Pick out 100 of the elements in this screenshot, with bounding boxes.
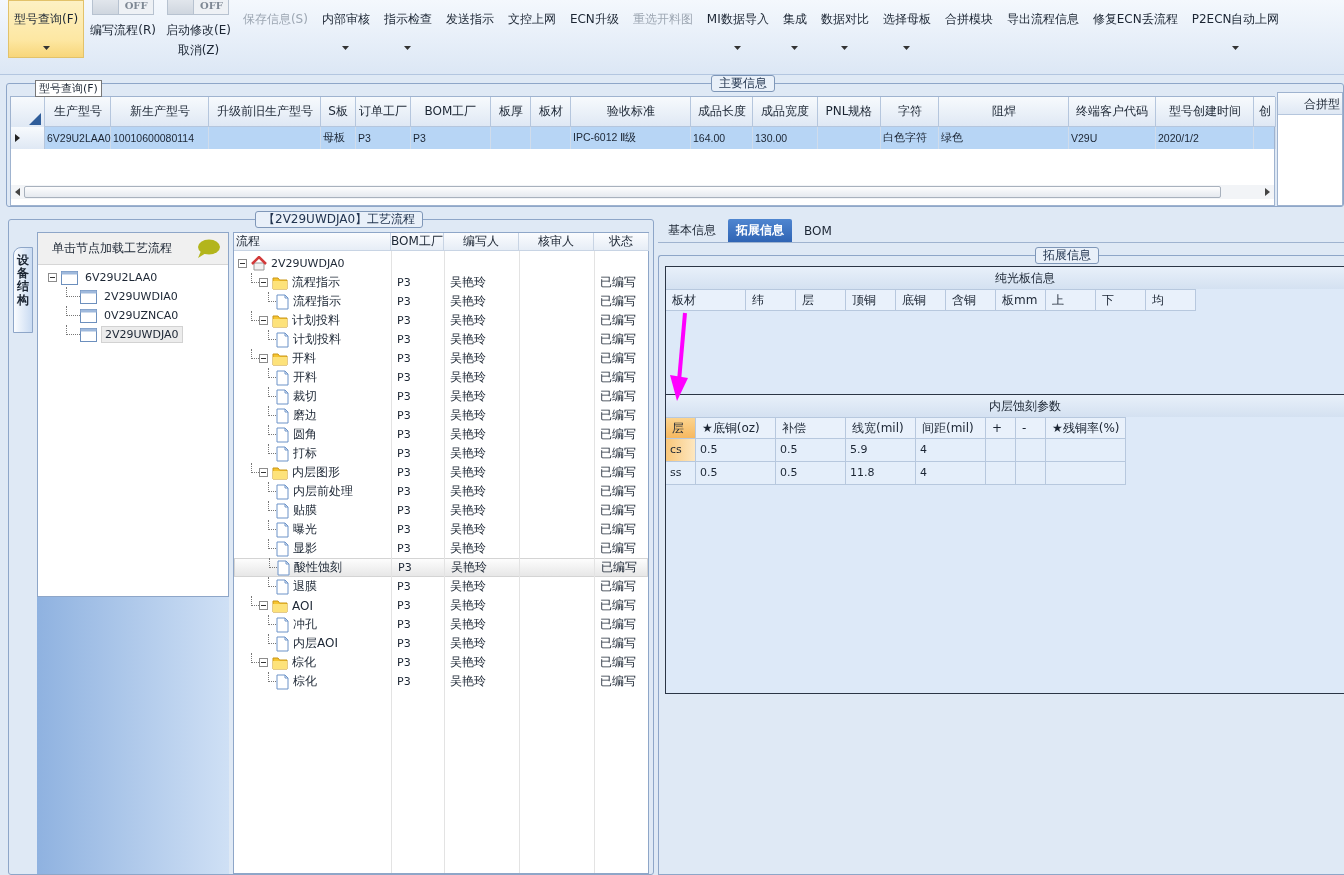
tree-row[interactable]: 开料 P3 吴艳玲 已编写 [234,349,648,368]
tree-row[interactable]: 2V29UWDJA0 [234,254,648,273]
collapse-icon[interactable] [259,278,268,287]
column-header[interactable]: 字符 [881,97,939,127]
node-label[interactable]: 2V29UWDIA0 [101,289,181,304]
collapse-icon[interactable] [238,259,247,268]
tree-row[interactable]: 裁切 P3 吴艳玲 已编写 [234,387,648,406]
column-header[interactable]: 纬 [746,289,796,311]
column-header[interactable]: - [1016,417,1046,439]
column-header[interactable]: BOM工厂 [391,233,444,251]
tree-row[interactable]: 棕化 P3 吴艳玲 已编写 [234,672,648,691]
column-header[interactable]: S板 [321,97,356,127]
column-header[interactable]: 补偿 [776,417,846,439]
ribbon-button[interactable]: 数据对比 [814,0,875,58]
collapse-icon[interactable] [259,468,268,477]
tree-row[interactable]: 内层AOI P3 吴艳玲 已编写 [234,634,648,653]
column-header[interactable]: 板材 [666,289,746,311]
tree-row[interactable]: 曝光 P3 吴艳玲 已编写 [234,520,648,539]
ribbon-button[interactable]: 文控上网 [501,0,562,58]
column-header[interactable]: 均 [1146,289,1196,311]
ribbon-button[interactable]: 发送指示 [439,0,500,58]
tree-row[interactable]: 冲孔 P3 吴艳玲 已编写 [234,615,648,634]
tree-row[interactable]: 退膜 P3 吴艳玲 已编写 [234,577,648,596]
node-label[interactable]: 2V29UWDJA0 [101,326,183,343]
ribbon-button[interactable]: 合拼模块 [938,0,999,58]
tree-row[interactable]: 显影 P3 吴艳玲 已编写 [234,539,648,558]
ribbon-button[interactable]: 内部审核 [315,0,376,58]
tree-row[interactable]: 酸性蚀刻 P3 吴艳玲 已编写 [234,558,648,577]
collapse-icon[interactable] [48,273,57,282]
column-header[interactable]: 核审人 [519,233,594,251]
column-header[interactable]: 板材 [531,97,571,127]
column-header[interactable]: 升级前旧生产型号 [209,97,321,127]
row-header[interactable] [11,127,45,149]
horizontal-scrollbar[interactable] [11,185,1274,199]
collapse-icon[interactable] [259,354,268,363]
tree-row[interactable]: 棕化 P3 吴艳玲 已编写 [234,653,648,672]
ribbon-button[interactable]: MI数据导入 [700,0,775,58]
table-cell: 吴艳玲 [450,673,486,690]
column-header[interactable]: 验收标准 [571,97,691,127]
column-header[interactable]: 底铜 [896,289,946,311]
column-header[interactable]: + [986,417,1016,439]
column-header[interactable]: 编写人 [444,233,519,251]
tree-row[interactable]: 磨边 P3 吴艳玲 已编写 [234,406,648,425]
tree-row[interactable]: 打标 P3 吴艳玲 已编写 [234,444,648,463]
tree-row[interactable]: AOI P3 吴艳玲 已编写 [234,596,648,615]
tab[interactable]: 基本信息 [660,219,724,242]
column-header[interactable]: 含铜 [946,289,996,311]
column-header[interactable]: 线宽(mil) [846,417,916,439]
scroll-right-icon[interactable] [1265,188,1270,196]
tree-row[interactable]: 流程指示 P3 吴艳玲 已编写 [234,292,648,311]
ribbon-button[interactable]: ECN升级 [563,0,625,58]
tree-row[interactable]: 贴膜 P3 吴艳玲 已编写 [234,501,648,520]
side-tab[interactable]: 设备结构 [13,247,33,333]
column-header[interactable]: 订单工厂 [356,97,411,127]
column-header[interactable]: 板mm [996,289,1046,311]
column-header[interactable]: 顶铜 [846,289,896,311]
ribbon-button[interactable]: 导出流程信息 [1000,0,1085,58]
column-header[interactable]: 合拼型 [1278,93,1342,115]
column-header[interactable]: ★底铜(oz) [696,417,776,439]
node-label[interactable]: 0V29UZNCA0 [101,308,182,323]
column-header[interactable]: 板厚 [491,97,531,127]
column-header[interactable]: 新生产型号 [111,97,209,127]
tab[interactable]: BOM [796,219,840,242]
node-label[interactable]: 6V29U2LAA0 [82,270,161,285]
tree-row[interactable]: 计划投料 P3 吴艳玲 已编写 [234,330,648,349]
collapse-icon[interactable] [259,658,268,667]
tree-row[interactable]: 圆角 P3 吴艳玲 已编写 [234,425,648,444]
tab[interactable]: 拓展信息 [728,219,792,242]
ribbon-button[interactable]: 指示检查 [377,0,438,58]
column-header[interactable]: 层 [666,417,696,439]
column-header[interactable]: 状态 [594,233,649,251]
ribbon-button[interactable]: 选择母板 [876,0,937,58]
ribbon-button[interactable]: P2ECN自动上网 [1185,0,1286,58]
scroll-left-icon[interactable] [15,188,20,196]
column-header[interactable]: 流程 [234,233,391,251]
ribbon-button[interactable]: 型号查询(F) [8,0,85,58]
tree-row[interactable]: 计划投料 P3 吴艳玲 已编写 [234,311,648,330]
column-header[interactable]: 上 [1046,289,1096,311]
tree-row[interactable]: 内层图形 P3 吴艳玲 已编写 [234,463,648,482]
column-header[interactable]: 层 [796,289,846,311]
tree-row[interactable]: 流程指示 P3 吴艳玲 已编写 [234,273,648,292]
column-header[interactable]: ★残铜率(%) [1046,417,1126,439]
column-header[interactable]: 阻焊 [939,97,1069,127]
tree-row[interactable]: 开料 P3 吴艳玲 已编写 [234,368,648,387]
column-header[interactable]: PNL规格 [818,97,881,127]
collapse-icon[interactable] [259,601,268,610]
ribbon-button[interactable]: 修复ECN丢流程 [1086,0,1184,58]
column-header[interactable]: 成品长度 [691,97,753,127]
column-header[interactable]: 终端客户代码 [1069,97,1156,127]
column-header[interactable]: 下 [1096,289,1146,311]
column-header[interactable]: 创 [1254,97,1276,127]
column-header[interactable]: 间距(mil) [916,417,986,439]
tree-row[interactable]: 内层前处理 P3 吴艳玲 已编写 [234,482,648,501]
column-header[interactable]: 成品宽度 [753,97,818,127]
column-header[interactable]: 型号创建时间 [1156,97,1254,127]
collapse-icon[interactable] [259,316,268,325]
column-header[interactable]: BOM工厂 [411,97,491,127]
ribbon-button[interactable]: 集成 [776,0,813,58]
table-row[interactable]: 6V29U2LAA0 10010600080114 母板 P3 P3 IPC-6012 Ⅱ级 164.00 130.00 白色字符 绿色 V29U 2020/1/2 [11,127,1274,149]
column-header[interactable]: 生产型号 [45,97,111,127]
